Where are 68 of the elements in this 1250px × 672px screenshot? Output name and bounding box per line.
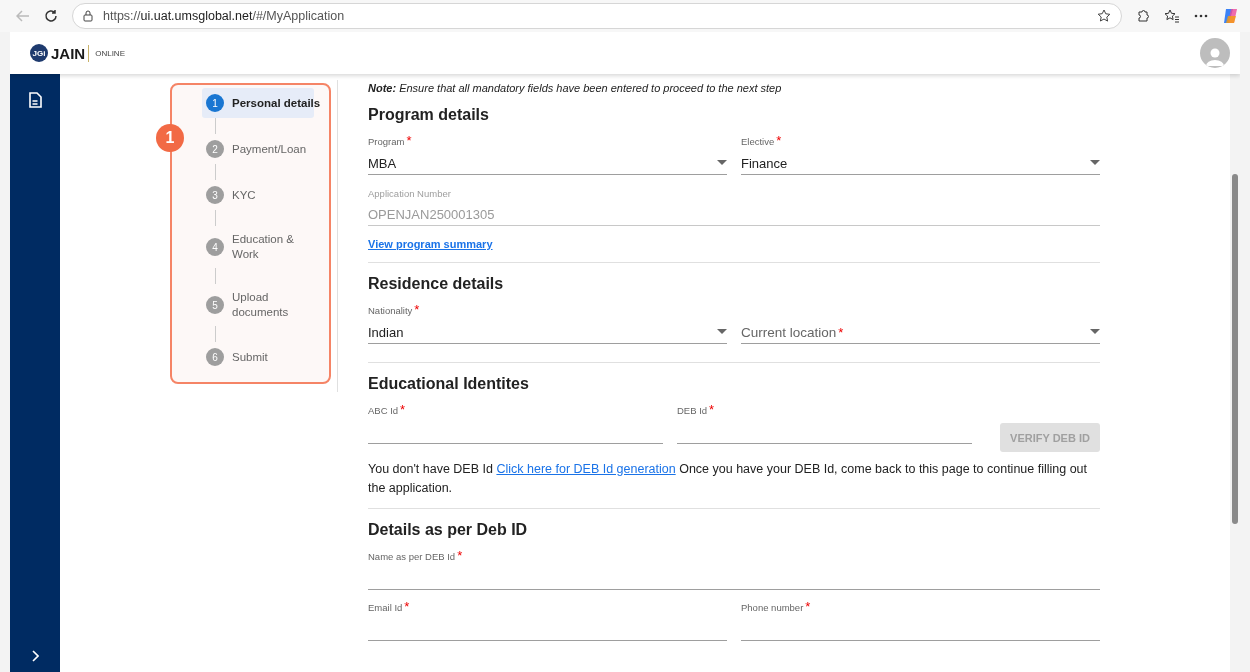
url-text: https://ui.uat.umsglobal.net/#/MyApplication	[103, 9, 346, 23]
section-heading: Details as per Deb ID	[368, 521, 529, 539]
step-item[interactable]: 5 Upload documents	[202, 284, 314, 326]
scrollbar-thumb[interactable]	[1232, 174, 1238, 524]
step-label: KYC	[232, 187, 256, 203]
lock-icon	[83, 10, 93, 22]
field-label: Name as per DEB Id*	[368, 548, 464, 563]
input-field[interactable]: ABC Id*	[368, 401, 663, 444]
copilot-icon[interactable]	[1222, 7, 1240, 25]
step-label: Personal details	[232, 95, 321, 111]
step-label: Submit	[232, 349, 268, 365]
deb-id-message: You don't have DEB Id Click here for DEB Id generation Once you have your DEB Id, come back to this page to continue filling out the application.	[368, 461, 1089, 497]
section-heading: Program details	[368, 106, 490, 124]
dropdown-caret-icon[interactable]	[1090, 160, 1100, 166]
step-number: 6	[206, 348, 224, 366]
step-item[interactable]: 2 Payment/Loan	[202, 134, 314, 164]
logo-subtitle: ONLINE	[95, 48, 125, 58]
more-icon[interactable]	[1194, 14, 1208, 18]
note-text: Note: Ensure that all mandatory fields have been entered to proceed to the next step	[368, 82, 783, 94]
input-field[interactable]: Email Id*	[368, 598, 727, 641]
deb-generation-link[interactable]: Click here for DEB Id generation	[496, 462, 676, 476]
favorites-icon[interactable]	[1164, 9, 1180, 23]
section-heading: Educational Identites	[368, 375, 530, 393]
field-label: Phone number*	[741, 599, 812, 614]
select-field[interactable]: Current location*	[741, 301, 1100, 344]
chevron-right-icon[interactable]	[31, 650, 39, 662]
dropdown-caret-icon[interactable]	[1090, 329, 1100, 335]
step-label: Upload documents	[232, 290, 290, 320]
section-heading: Residence details	[368, 275, 505, 293]
reload-icon[interactable]	[44, 9, 58, 23]
input-field[interactable]: Name as per DEB Id*	[368, 547, 1100, 590]
puzzle-icon[interactable]	[1136, 9, 1150, 23]
field-value: Indian	[368, 324, 405, 340]
field-label: Application Number	[368, 188, 452, 199]
address-bar[interactable]: https://ui.uat.umsglobal.net/#/MyApplication	[72, 3, 1122, 29]
field-value: Finance	[741, 155, 789, 171]
program-summary-link[interactable]: View program summary	[368, 238, 493, 250]
dropdown-caret-icon[interactable]	[717, 160, 727, 166]
field-label: Nationality*	[368, 302, 421, 317]
callout-badge: 1	[156, 124, 184, 152]
logo-mark: JGi	[30, 44, 48, 62]
field-label: DEB Id*	[677, 402, 716, 417]
input-field[interactable]: DEB Id*	[677, 401, 972, 444]
star-icon[interactable]	[1097, 9, 1111, 23]
step-number: 2	[206, 140, 224, 158]
step-label: Education & Work	[232, 232, 295, 262]
step-number: 5	[206, 296, 224, 314]
field-label: ABC Id*	[368, 402, 407, 417]
step-number: 1	[206, 94, 224, 112]
field-label: Email Id*	[368, 599, 411, 614]
select-field[interactable]: Elective* Finance	[741, 132, 1100, 175]
step-item[interactable]: 3 KYC	[202, 180, 314, 210]
logo-text: JAIN	[51, 44, 90, 62]
step-number: 4	[206, 238, 224, 256]
field-value: MBA	[368, 155, 398, 171]
field-value: OPENJAN250001305	[368, 206, 496, 222]
field-label: Program*	[368, 133, 413, 148]
step-item[interactable]: 6 Submit	[202, 342, 314, 372]
step-number: 3	[206, 186, 224, 204]
input-field[interactable]: Phone number*	[741, 598, 1100, 641]
dropdown-caret-icon[interactable]	[717, 329, 727, 335]
step-item[interactable]: 4 Education & Work	[202, 226, 314, 268]
field-placeholder: Current location*	[741, 324, 845, 340]
field-label: Elective*	[741, 133, 783, 148]
document-icon[interactable]	[28, 92, 42, 108]
select-field[interactable]: Program* MBA	[368, 132, 727, 175]
select-field[interactable]: Nationality* Indian	[368, 301, 727, 344]
step-label: Payment/Loan	[232, 141, 307, 157]
